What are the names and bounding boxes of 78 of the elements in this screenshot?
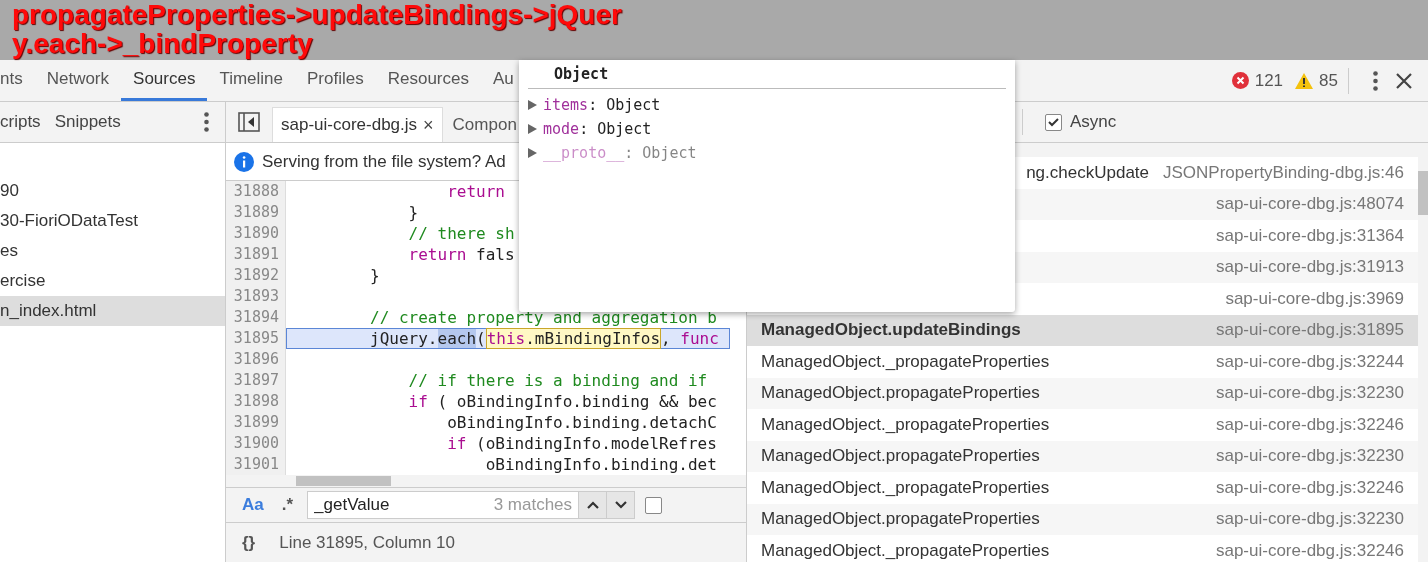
panel-tab[interactable]: Resources: [375, 60, 481, 101]
sidebar-toggle-icon: [238, 112, 260, 132]
horizontal-scrollbar[interactable]: [226, 475, 746, 487]
kebab-menu-icon: [204, 112, 209, 132]
code-line: if (oBindingInfo.modelRefres: [446, 433, 718, 454]
line-number: 31899: [226, 412, 286, 433]
async-checkbox[interactable]: [1045, 113, 1062, 131]
code-line: return: [446, 181, 506, 202]
object-property[interactable]: __proto__: Object: [543, 144, 697, 162]
search-box[interactable]: _getValue 3 matches: [307, 491, 636, 519]
code-line: // there sh: [407, 223, 516, 244]
line-number: 31895: [226, 328, 286, 349]
code-line: }: [407, 202, 420, 223]
cursor-position: Line 31895, Column 10: [279, 532, 456, 553]
annotation-text: propagateProperties->updateBindings->jQuer: [12, 0, 622, 29]
info-icon: [234, 151, 254, 172]
file-tree-item[interactable]: 30-FioriODataTest: [0, 206, 225, 236]
line-number: 31896: [226, 349, 286, 370]
match-case-toggle[interactable]: Aa: [238, 495, 268, 515]
code-line: if ( oBindingInfo.binding && bec: [407, 391, 718, 412]
panel-tab[interactable]: nts: [0, 60, 35, 101]
panel-tab[interactable]: Timeline: [207, 60, 296, 101]
line-number: 31897: [226, 370, 286, 391]
regex-toggle[interactable]: .*: [277, 495, 298, 515]
navigator-tab[interactable]: cripts: [0, 112, 41, 132]
replace-checkbox[interactable]: [645, 496, 663, 514]
async-label: Async: [1070, 112, 1117, 132]
line-number: 31890: [226, 223, 286, 244]
navigator-tab[interactable]: Snippets: [54, 112, 121, 132]
expand-arrow-icon[interactable]: [528, 148, 537, 158]
previous-match-button[interactable]: [578, 492, 607, 518]
line-number: 31889: [226, 202, 286, 223]
error-icon: [1231, 72, 1249, 89]
file-tree-item[interactable]: 90: [0, 176, 225, 206]
kebab-menu-icon: [1373, 70, 1378, 91]
line-number: 31891: [226, 244, 286, 265]
file-tree-item[interactable]: ercise: [0, 266, 225, 296]
code-line: }: [369, 265, 381, 286]
call-frame[interactable]: ManagedObject._propagateProperties sap-ui-core-dbg.js:32244: [747, 346, 1418, 378]
line-number: 31894: [226, 307, 286, 328]
line-number: 31888: [226, 181, 286, 202]
file-tab[interactable]: sap-ui-core-dbg.js ×: [272, 107, 443, 142]
panel-tab[interactable]: Profiles: [295, 60, 376, 101]
object-property[interactable]: items: Object: [543, 96, 661, 114]
chevron-up-icon: [586, 501, 599, 509]
error-count: 121: [1254, 70, 1284, 91]
vertical-scrollbar[interactable]: [1418, 143, 1428, 562]
code-line: // if there is a binding and if: [407, 370, 709, 391]
call-frame[interactable]: ManagedObject.updateBindings sap-ui-core-dbg.js:31895: [747, 314, 1418, 346]
file-tab[interactable]: Compon: [448, 108, 517, 142]
file-tree-item[interactable]: es: [0, 236, 225, 266]
warning-count: 85: [1319, 70, 1338, 91]
line-number: 31893: [226, 286, 286, 307]
call-frame[interactable]: ManagedObject._propagateProperties sap-ui-core-dbg.js:32246: [747, 409, 1418, 441]
object-property[interactable]: mode: Object: [543, 120, 652, 138]
line-number: 31900: [226, 433, 286, 454]
call-frame[interactable]: ManagedObject._propagateProperties sap-ui-core-dbg.js:32246: [747, 472, 1418, 504]
line-number: 31892: [226, 265, 286, 286]
expand-arrow-icon[interactable]: [528, 100, 537, 110]
chevron-down-icon: [614, 501, 627, 509]
pretty-print-button[interactable]: {}: [238, 532, 260, 553]
popover-title: Object: [528, 60, 1006, 89]
call-frame[interactable]: ManagedObject._propagateProperties sap-ui-core-dbg.js:32246: [747, 535, 1418, 562]
file-tree-item[interactable]: n_index.html: [0, 296, 225, 326]
code-line: // create property and aggregation b: [369, 307, 718, 328]
checkmark-icon: [1048, 117, 1059, 127]
line-number: 31901: [226, 454, 286, 475]
code-line: return fals: [407, 244, 516, 265]
code-line: oBindingInfo.binding.det: [484, 454, 718, 475]
panel-tab[interactable]: Network: [34, 60, 122, 101]
code-line: oBindingInfo.binding.detachC: [446, 412, 718, 433]
warning-icon: [1295, 72, 1314, 89]
annotation-text: y.each->_bindProperty: [12, 29, 313, 58]
close-icon: [1396, 72, 1412, 89]
next-match-button[interactable]: [606, 492, 635, 518]
expand-arrow-icon[interactable]: [528, 124, 537, 134]
info-message: Serving from the file system? Ad: [262, 151, 506, 172]
line-number: 31898: [226, 391, 286, 412]
